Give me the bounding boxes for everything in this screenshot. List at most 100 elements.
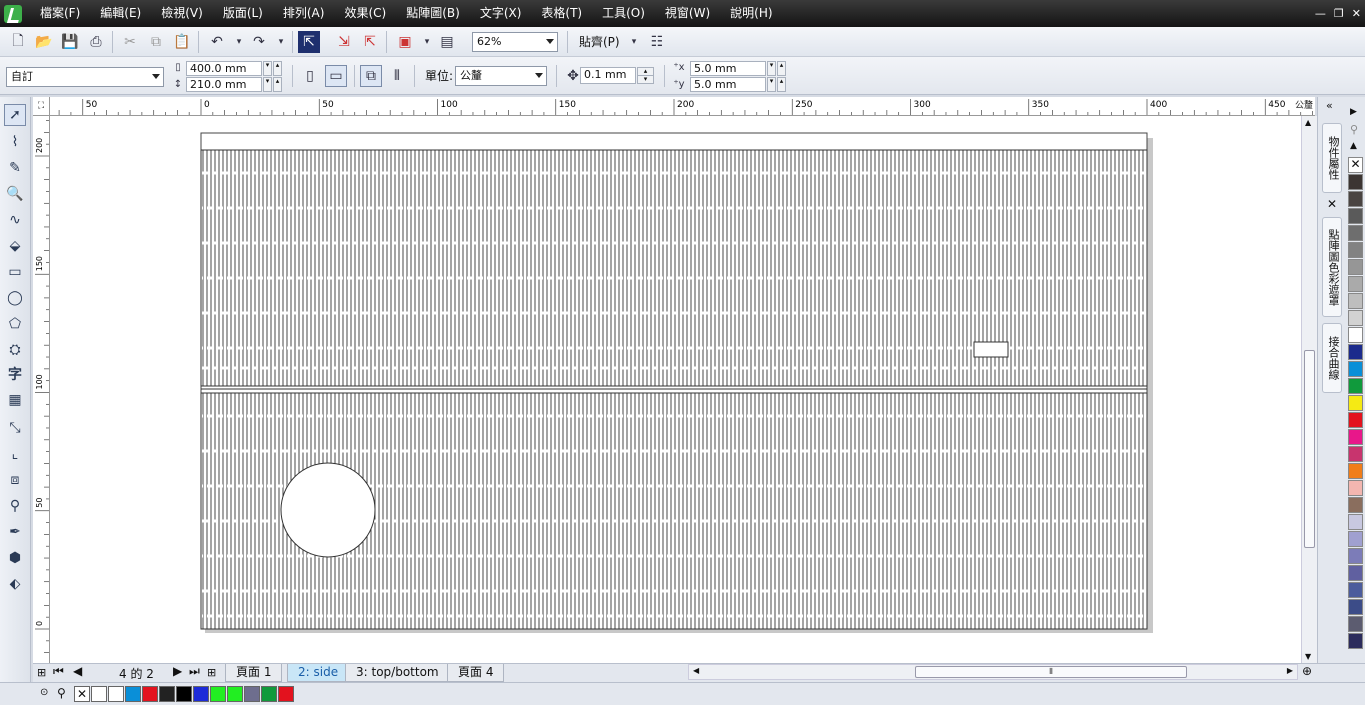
dup-y-spinner-up[interactable]: ▴: [777, 77, 786, 92]
palette-swatch[interactable]: [1348, 344, 1363, 360]
page-tab-1[interactable]: 2: side: [287, 664, 350, 682]
insert-page-after-icon[interactable]: ⊞: [207, 666, 216, 679]
current-page-icon[interactable]: ⫴: [386, 65, 408, 87]
crop-tool-icon[interactable]: ✎: [4, 157, 26, 179]
zoom-navigator-icon[interactable]: ⊕: [1302, 664, 1312, 678]
menu-item-1[interactable]: 編輯(E): [90, 0, 151, 27]
undo-icon[interactable]: ↶: [206, 31, 228, 53]
palette-swatch[interactable]: [1348, 633, 1363, 649]
import-icon[interactable]: ⇲: [333, 31, 355, 53]
duplicate-y-field[interactable]: 5.0 mm: [690, 77, 766, 92]
horizontal-ruler[interactable]: 50 0 50 100 150 200 250 300 350 400 450 公釐: [50, 97, 1315, 116]
circle-cutout[interactable]: [280, 462, 376, 558]
copy-icon[interactable]: ⧉: [145, 31, 167, 53]
menu-item-3[interactable]: 版面(L): [213, 0, 273, 27]
menu-item-4[interactable]: 排列(A): [273, 0, 335, 27]
restore-icon[interactable]: ❐: [1334, 7, 1344, 20]
docker-collapse-icon[interactable]: «: [1326, 99, 1333, 112]
doc-palette-swatch[interactable]: [159, 686, 175, 702]
docker-tab-object-properties[interactable]: 物件屬性: [1322, 123, 1342, 193]
doc-palette-eyedropper-icon[interactable]: ⚲: [57, 686, 66, 700]
units-select[interactable]: 公釐: [455, 66, 547, 86]
palette-swatch[interactable]: [1348, 565, 1363, 581]
palette-swatch[interactable]: [1348, 446, 1363, 462]
palette-flyout-icon[interactable]: ▶: [1350, 107, 1357, 117]
doc-palette-swatch[interactable]: [210, 686, 226, 702]
menu-item-8[interactable]: 表格(T): [531, 0, 592, 27]
print-icon[interactable]: ⎙: [85, 31, 107, 53]
pick-tool-icon[interactable]: ➚: [4, 104, 26, 126]
palette-swatch[interactable]: [1348, 497, 1363, 513]
ellipse-tool-icon[interactable]: ◯: [4, 287, 26, 309]
scroll-right-icon[interactable]: ▶: [1287, 666, 1293, 675]
doc-palette-swatch[interactable]: [193, 686, 209, 702]
no-color-swatch[interactable]: ✕: [1348, 157, 1363, 173]
menu-item-0[interactable]: 檔案(F): [30, 0, 90, 27]
options-icon[interactable]: ☷: [646, 31, 668, 53]
menu-item-5[interactable]: 效果(C): [334, 0, 396, 27]
eyedropper-tool-icon[interactable]: ⚲: [4, 495, 26, 517]
vertical-ruler[interactable]: 200 150 100 50 0: [33, 116, 50, 663]
horizontal-scroll-thumb[interactable]: ⦀: [915, 666, 1187, 678]
palette-swatch[interactable]: [1348, 310, 1363, 326]
insert-page-icon[interactable]: ⊞: [37, 666, 46, 679]
page-height-field[interactable]: 210.0 mm: [186, 77, 262, 92]
doc-palette-swatch[interactable]: [108, 686, 124, 702]
palette-swatch[interactable]: [1348, 361, 1363, 377]
palette-swatch[interactable]: [1348, 548, 1363, 564]
search-content-icon[interactable]: ⇱: [298, 31, 320, 53]
page-tab-3[interactable]: 頁面 4: [447, 664, 505, 682]
palette-swatch[interactable]: [1348, 276, 1363, 292]
doc-no-color-swatch[interactable]: ✕: [74, 686, 90, 702]
page-tab-2[interactable]: 3: top/bottom: [345, 664, 450, 682]
zoom-tool-icon[interactable]: 🔍: [4, 183, 26, 205]
fill-tool-icon[interactable]: ⬢: [4, 547, 26, 569]
palette-eyedropper-icon[interactable]: ⚲: [1350, 123, 1358, 136]
height-spinner-down[interactable]: ▾: [263, 77, 272, 92]
palette-swatch[interactable]: [1348, 480, 1363, 496]
portrait-icon[interactable]: ▯: [299, 65, 321, 87]
paper-preset-select[interactable]: 自訂: [6, 67, 164, 87]
last-page-icon[interactable]: ⏭: [189, 664, 200, 679]
nudge-distance-field[interactable]: 0.1 mm: [580, 67, 636, 84]
width-spinner-up[interactable]: ▴: [273, 61, 282, 76]
dimension-tool-icon[interactable]: ⤡: [4, 417, 26, 439]
shape-tool-icon[interactable]: ⌇: [4, 131, 26, 153]
palette-swatch[interactable]: [1348, 259, 1363, 275]
open-icon[interactable]: 📂: [33, 31, 55, 53]
doc-palette-swatch[interactable]: [278, 686, 294, 702]
export-icon[interactable]: ⇱: [359, 31, 381, 53]
palette-swatch[interactable]: [1348, 378, 1363, 394]
doc-palette-swatch[interactable]: [125, 686, 141, 702]
page-tab-0[interactable]: 頁面 1: [225, 664, 283, 682]
launcher-dropdown-icon[interactable]: ▾: [416, 31, 438, 53]
dup-x-spinner-up[interactable]: ▴: [777, 61, 786, 76]
next-page-icon[interactable]: ▶: [173, 664, 182, 678]
palette-swatch[interactable]: [1348, 174, 1363, 190]
doc-palette-swatch[interactable]: [142, 686, 158, 702]
horizontal-scrollbar[interactable]: ◀ ⦀ ▶: [688, 664, 1298, 680]
doc-palette-flyout-icon[interactable]: ⊙: [40, 687, 48, 698]
menu-item-7[interactable]: 文字(X): [470, 0, 532, 27]
landscape-icon[interactable]: ▭: [325, 65, 347, 87]
palette-swatch[interactable]: [1348, 582, 1363, 598]
palette-swatch[interactable]: [1348, 208, 1363, 224]
interactive-fill-icon[interactable]: ⬖: [4, 573, 26, 595]
palette-swatch[interactable]: [1348, 412, 1363, 428]
undo-dropdown-icon[interactable]: ▾: [228, 31, 250, 53]
drawing-canvas[interactable]: [50, 116, 1301, 663]
menu-item-2[interactable]: 檢視(V): [151, 0, 213, 27]
palette-swatch[interactable]: [1348, 242, 1363, 258]
redo-dropdown-icon[interactable]: ▾: [270, 31, 292, 53]
small-rectangle-cutout[interactable]: [973, 341, 1009, 358]
doc-palette-swatch[interactable]: [227, 686, 243, 702]
palette-swatch[interactable]: [1348, 463, 1363, 479]
table-tool-icon[interactable]: ▦: [4, 389, 26, 411]
docker-close-icon[interactable]: ✕: [1327, 197, 1337, 211]
doc-palette-swatch[interactable]: [244, 686, 260, 702]
palette-swatch[interactable]: [1348, 293, 1363, 309]
text-tool-icon[interactable]: 字: [4, 363, 26, 385]
doc-palette-swatch[interactable]: [176, 686, 192, 702]
palette-swatch[interactable]: [1348, 616, 1363, 632]
page-width-field[interactable]: 400.0 mm: [186, 61, 262, 76]
